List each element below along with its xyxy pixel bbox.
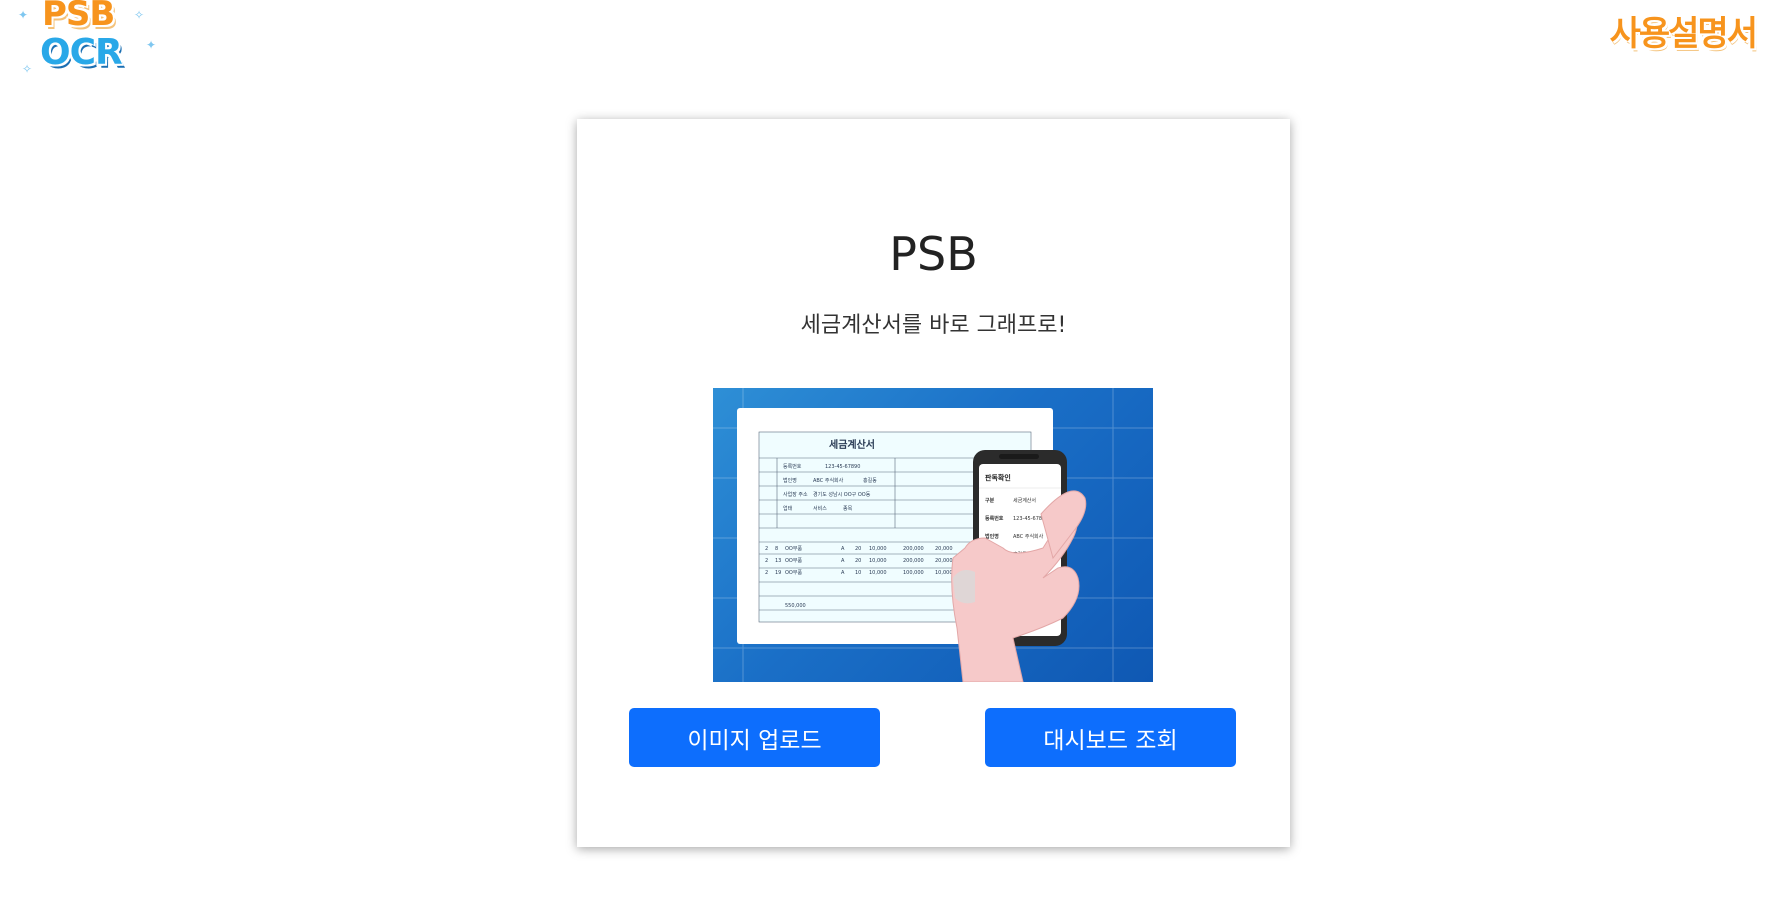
- doc-row-cell: OO부품: [785, 570, 802, 576]
- doc-row-cell: OO부품: [785, 546, 802, 552]
- ocr-illustration: 세금계산서 등록번호 123-45-67890 법인명 ABC 주식회사 홍길동…: [713, 388, 1153, 682]
- image-upload-button[interactable]: 이미지 업로드: [629, 708, 880, 767]
- doc-item-label: 종목: [843, 506, 853, 512]
- doc-corp-label: 법인명: [783, 477, 797, 484]
- doc-row-cell: 20: [855, 546, 861, 552]
- phone-row-label: 구분: [985, 497, 995, 504]
- doc-row-cell: 10,000: [869, 546, 887, 552]
- sparkle-icon: ✧: [134, 8, 145, 22]
- doc-row-cell: 20: [855, 558, 861, 564]
- user-manual-link[interactable]: 사용설명서: [1610, 6, 1758, 55]
- phone-row-value: ABC 주식회사: [1013, 533, 1044, 540]
- psb-ocr-logo[interactable]: ✦ ✧ ✦ ✧ PSB OCR: [18, 0, 163, 82]
- dashboard-view-button[interactable]: 대시보드 조회: [985, 708, 1236, 767]
- doc-row-cell: 100,000: [903, 570, 924, 576]
- doc-row-cell: 19: [775, 570, 781, 576]
- doc-row-cell: 200,000: [903, 558, 924, 564]
- doc-row-cell: 13: [775, 558, 781, 564]
- doc-row-cell: 8: [775, 546, 778, 552]
- doc-row-cell: 20,000: [935, 546, 953, 552]
- doc-reg-value: 123-45-67890: [825, 464, 860, 470]
- doc-row-cell: 10,000: [869, 570, 887, 576]
- sparkle-icon: ✧: [22, 62, 33, 76]
- logo-text-ocr: OCR: [40, 32, 123, 73]
- phone-row-label: 등록번호: [985, 515, 1004, 522]
- phone-title: 판독확인: [985, 473, 1011, 482]
- doc-addr-value: 경기도 성남시 OO구 OO동: [813, 491, 871, 498]
- doc-row-cell: 10: [855, 570, 861, 576]
- doc-biz-label: 업태: [783, 505, 793, 512]
- doc-row-cell: 200,000: [903, 546, 924, 552]
- doc-reg-label: 등록번호: [783, 463, 802, 470]
- card-subtitle: 세금계산서를 바로 그래프로!: [800, 313, 1067, 338]
- doc-row-cell: 10,000: [935, 570, 953, 576]
- doc-title: 세금계산서: [829, 438, 875, 451]
- doc-addr-label: 사업장 주소: [783, 491, 808, 498]
- doc-biz-value: 서비스: [813, 505, 827, 512]
- card-title: PSB: [889, 227, 978, 281]
- sparkle-icon: ✦: [18, 8, 29, 22]
- doc-owner-value: 홍길동: [863, 477, 877, 484]
- doc-row-cell: 2: [765, 570, 768, 576]
- doc-corp-value: ABC 주식회사: [813, 477, 844, 484]
- sparkle-icon: ✦: [146, 38, 157, 52]
- main-card: PSB 세금계산서를 바로 그래프로! 세금계산서 등록번호 123-45-67…: [577, 119, 1290, 847]
- doc-total: 550,000: [785, 603, 806, 609]
- doc-row-cell: A: [841, 546, 845, 552]
- doc-row-cell: A: [841, 570, 845, 576]
- logo-text-psb: PSB: [42, 0, 115, 34]
- doc-row-cell: 20,000: [935, 558, 953, 564]
- phone-row-value: 세금계산서: [1013, 497, 1036, 504]
- doc-row-cell: OO부품: [785, 558, 802, 564]
- ocr-illustration-svg: 세금계산서 등록번호 123-45-67890 법인명 ABC 주식회사 홍길동…: [713, 388, 1153, 682]
- page: ✦ ✧ ✦ ✧ PSB OCR 사용설명서 PSB 세금계산서를 바로 그래프로…: [0, 0, 1784, 911]
- doc-row-cell: 10,000: [869, 558, 887, 564]
- doc-row-cell: 2: [765, 558, 768, 564]
- doc-row-cell: A: [841, 558, 845, 564]
- doc-row-cell: 2: [765, 546, 768, 552]
